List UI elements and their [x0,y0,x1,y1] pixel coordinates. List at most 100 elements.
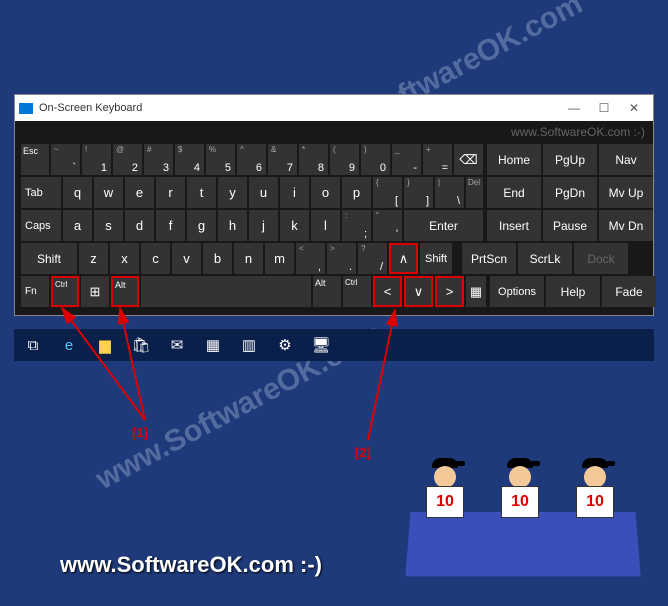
key-i[interactable]: i [280,177,309,208]
judges-illustration: 10 10 10 [408,446,638,576]
key-8[interactable]: *8 [299,144,328,175]
key-fade[interactable]: Fade [602,276,656,307]
key-windows[interactable]: ⊞ [81,276,109,307]
key-u[interactable]: u [249,177,278,208]
key-menu[interactable]: ▦ [466,276,486,307]
key-q[interactable]: q [63,177,92,208]
key-space[interactable] [141,276,311,307]
judge-3: 10 [568,458,623,518]
key-shift-right[interactable]: Shift [420,243,452,274]
app-icon-4[interactable]: 🖥 [310,334,332,356]
app-icon-2[interactable]: ▥ [238,334,260,356]
key-ctrl-right[interactable]: Ctrl [343,276,371,307]
key-apostrophe[interactable]: "' [373,210,402,241]
app-icon-3[interactable]: ⚙ [274,334,296,356]
key-esc[interactable]: Esc [21,144,49,175]
app-icon-1[interactable]: ▦ [202,334,224,356]
key-5[interactable]: %5 [206,144,235,175]
edge-icon[interactable]: e [58,334,80,356]
key-end[interactable]: End [487,177,541,208]
key-z[interactable]: z [79,243,108,274]
key-alt-left[interactable]: Alt [111,276,139,307]
key-caps[interactable]: Caps [21,210,61,241]
key-arrow-left[interactable]: < [373,276,402,307]
key-arrow-right[interactable]: > [435,276,464,307]
key-j[interactable]: j [249,210,278,241]
key-prtscn[interactable]: PrtScn [462,243,516,274]
key-home[interactable]: Home [487,144,541,175]
key-g[interactable]: g [187,210,216,241]
key-arrow-up[interactable]: ∧ [389,243,418,274]
key-rbracket[interactable]: }] [404,177,433,208]
key-2[interactable]: @2 [113,144,142,175]
key-del[interactable]: Del [466,177,483,208]
explorer-icon[interactable]: ▆ [94,334,116,356]
key-s[interactable]: s [94,210,123,241]
key-d[interactable]: d [125,210,154,241]
key-6[interactable]: ^6 [237,144,266,175]
key-pause[interactable]: Pause [543,210,597,241]
key-x[interactable]: x [110,243,139,274]
key-f[interactable]: f [156,210,185,241]
key-mvup[interactable]: Mv Up [599,177,653,208]
key-fn[interactable]: Fn [21,276,49,307]
key-p[interactable]: p [342,177,371,208]
key-backspace[interactable]: ⌫ [454,144,483,175]
key-7[interactable]: &7 [268,144,297,175]
key-t[interactable]: t [187,177,216,208]
key-pgup[interactable]: PgUp [543,144,597,175]
key-w[interactable]: w [94,177,123,208]
titlebar[interactable]: On-Screen Keyboard — ☐ ✕ [15,95,653,121]
minimize-button[interactable]: — [559,98,589,118]
key-b[interactable]: b [203,243,232,274]
key-scrlk[interactable]: ScrLk [518,243,572,274]
key-4[interactable]: $4 [175,144,204,175]
key-k[interactable]: k [280,210,309,241]
key-alt-right[interactable]: Alt [313,276,341,307]
key-o[interactable]: o [311,177,340,208]
key-c[interactable]: c [141,243,170,274]
key-pgdn[interactable]: PgDn [543,177,597,208]
key-options[interactable]: Options [490,276,544,307]
key-n[interactable]: n [234,243,263,274]
key-ctrl-left[interactable]: Ctrl [51,276,79,307]
key-lbracket[interactable]: {[ [373,177,402,208]
key-e[interactable]: e [125,177,154,208]
key-9[interactable]: (9 [330,144,359,175]
maximize-button[interactable]: ☐ [589,98,619,118]
taskview-icon[interactable]: ⧉ [22,334,44,356]
key-slash[interactable]: ?/ [358,243,387,274]
key-l[interactable]: l [311,210,340,241]
key-comma[interactable]: <, [296,243,325,274]
key-a[interactable]: a [63,210,92,241]
key-nav[interactable]: Nav [599,144,653,175]
key-3[interactable]: #3 [144,144,173,175]
key-1[interactable]: !1 [82,144,111,175]
key-equals[interactable]: += [423,144,452,175]
mail-icon[interactable]: ✉ [166,334,188,356]
key-semicolon[interactable]: :; [342,210,371,241]
window-title: On-Screen Keyboard [39,102,559,114]
key-backslash[interactable]: |\ [435,177,464,208]
key-m[interactable]: m [265,243,294,274]
key-insert[interactable]: Insert [487,210,541,241]
key-arrow-down[interactable]: ∨ [404,276,433,307]
key-y[interactable]: y [218,177,247,208]
key-dock[interactable]: Dock [574,243,628,274]
key-0[interactable]: )0 [361,144,390,175]
key-period[interactable]: >. [327,243,356,274]
key-help[interactable]: Help [546,276,600,307]
key-r[interactable]: r [156,177,185,208]
key-tab[interactable]: Tab [21,177,61,208]
key-h[interactable]: h [218,210,247,241]
key-minus[interactable]: _- [392,144,421,175]
windows-icon: ⊞ [90,284,101,300]
key-shift-left[interactable]: Shift [21,243,77,274]
key-v[interactable]: v [172,243,201,274]
key-backtick[interactable]: ~` [51,144,80,175]
close-button[interactable]: ✕ [619,98,649,118]
keyboard-watermark: www.SoftwareOK.com :-) [511,125,645,139]
key-enter[interactable]: Enter [404,210,483,241]
store-icon[interactable]: 🛍 [130,334,152,356]
key-mvdn[interactable]: Mv Dn [599,210,653,241]
